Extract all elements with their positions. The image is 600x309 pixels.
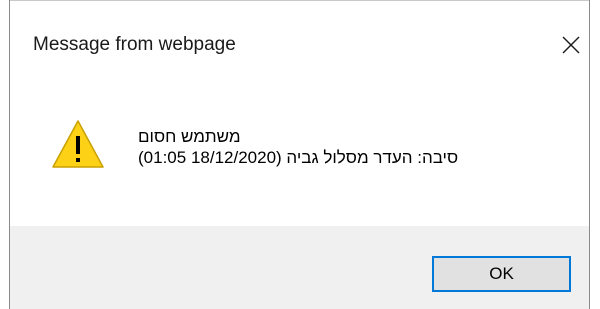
ok-button[interactable]: OK	[432, 256, 571, 292]
dialog-border-right	[589, 0, 590, 309]
dialog-title: Message from webpage	[33, 34, 236, 55]
message-line-1: משתמש חסום	[138, 127, 241, 146]
message-dialog: Message from webpage משתמש חסום סיבה: הע…	[0, 0, 600, 309]
warning-icon	[52, 120, 104, 168]
ok-button-label: OK	[489, 264, 514, 283]
message-text: משתמש חסום סיבה: העדר מסלול גביה (18/12/…	[138, 126, 458, 168]
close-button[interactable]	[553, 28, 589, 62]
dialog-content: משתמש חסום סיבה: העדר מסלול גביה (18/12/…	[10, 89, 589, 226]
close-icon	[562, 36, 580, 54]
dialog-footer: OK	[10, 226, 589, 309]
message-line-2: סיבה: העדר מסלול גביה (18/12/2020 01:05)	[138, 148, 459, 167]
title-bar: Message from webpage	[10, 1, 589, 89]
